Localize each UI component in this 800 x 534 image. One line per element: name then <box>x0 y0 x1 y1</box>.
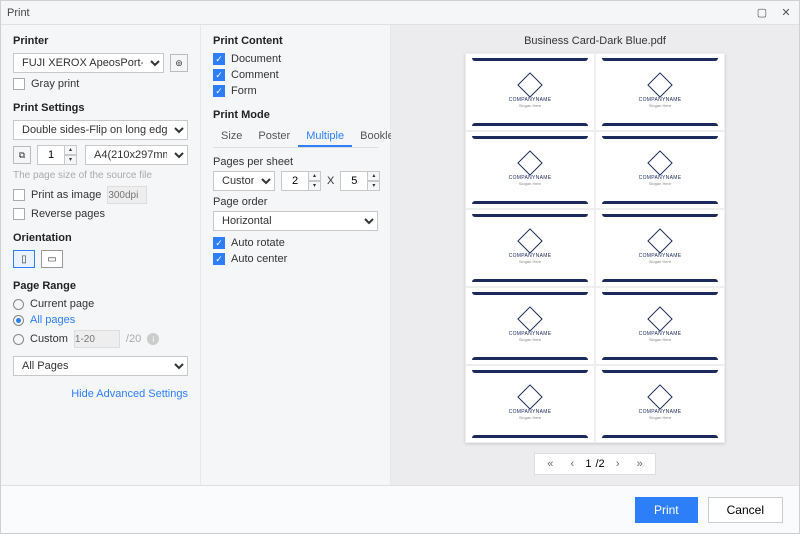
preview-pager: « ‹ 1/2 › » <box>534 453 655 475</box>
gray-print-checkbox[interactable] <box>13 78 25 90</box>
layout-select[interactable]: Custom <box>213 171 275 191</box>
range-current-radio[interactable] <box>13 299 24 310</box>
printer-select[interactable]: FUJI XEROX ApeosPort-VI C3370 <box>13 53 164 73</box>
range-custom-label: Custom <box>30 333 68 345</box>
print-mode-heading: Print Mode <box>213 109 378 121</box>
cols-stepper[interactable]: ▴▾ <box>281 171 321 191</box>
auto-rotate-label: Auto rotate <box>231 237 285 249</box>
tab-poster[interactable]: Poster <box>250 127 298 147</box>
reverse-pages-label: Reverse pages <box>31 208 105 220</box>
print-as-image-checkbox[interactable] <box>13 189 25 201</box>
pages-per-sheet-label: Pages per sheet <box>213 156 378 168</box>
content-document-label: Document <box>231 53 281 65</box>
auto-center-label: Auto center <box>231 253 287 265</box>
preview-card: COMPANYNAMESlogan Here <box>595 209 725 287</box>
pager-next-icon[interactable]: › <box>609 458 627 470</box>
auto-rotate-checkbox[interactable]: ✓ <box>213 237 225 249</box>
content-document-checkbox[interactable]: ✓ <box>213 53 225 65</box>
preview-card: COMPANYNAMESlogan Here <box>465 287 595 365</box>
tab-multiple[interactable]: Multiple <box>298 127 352 147</box>
info-icon[interactable]: i <box>147 333 159 345</box>
preview-filename: Business Card-Dark Blue.pdf <box>524 35 666 47</box>
preview-card: COMPANYNAMESlogan Here <box>595 365 725 443</box>
pager-current: 1 <box>585 458 591 470</box>
content-form-label: Form <box>231 85 257 97</box>
orientation-heading: Orientation <box>13 232 188 244</box>
page-size-note: The page size of the source file <box>13 170 188 181</box>
range-custom-radio[interactable] <box>13 334 24 345</box>
close-icon[interactable]: ✕ <box>779 6 793 20</box>
preview-card: COMPANYNAMESlogan Here <box>465 209 595 287</box>
preview-card: COMPANYNAMESlogan Here <box>595 131 725 209</box>
dpi-input <box>107 186 147 204</box>
page-range-heading: Page Range <box>13 280 188 292</box>
cancel-button[interactable]: Cancel <box>708 497 783 523</box>
preview-card: COMPANYNAMESlogan Here <box>595 53 725 131</box>
tab-size[interactable]: Size <box>213 127 250 147</box>
range-current-label: Current page <box>30 298 94 310</box>
orientation-landscape[interactable]: ▭ <box>41 250 63 268</box>
gray-print-label: Gray print <box>31 78 79 90</box>
duplex-select[interactable]: Double sides-Flip on long edge <box>13 120 188 140</box>
page-order-select[interactable]: Horizontal <box>213 211 378 231</box>
maximize-icon[interactable]: ▢ <box>755 6 769 20</box>
content-comment-label: Comment <box>231 69 279 81</box>
print-as-image-label: Print as image <box>31 189 101 201</box>
page-order-label: Page order <box>213 196 378 208</box>
grid-x-label: X <box>327 175 334 187</box>
preview-card: COMPANYNAMESlogan Here <box>465 131 595 209</box>
range-all-label: All pages <box>30 314 75 326</box>
print-button[interactable]: Print <box>635 497 698 523</box>
hide-advanced-link[interactable]: Hide Advanced Settings <box>13 388 188 400</box>
printer-heading: Printer <box>13 35 188 47</box>
page-filter-select[interactable]: All Pages <box>13 356 188 376</box>
reverse-pages-checkbox[interactable] <box>13 208 25 220</box>
print-settings-heading: Print Settings <box>13 102 188 114</box>
range-custom-input[interactable] <box>74 330 120 348</box>
preview-card: COMPANYNAMESlogan Here <box>595 287 725 365</box>
pager-first-icon[interactable]: « <box>541 458 559 470</box>
content-form-checkbox[interactable]: ✓ <box>213 85 225 97</box>
range-all-radio[interactable] <box>13 315 24 326</box>
pager-last-icon[interactable]: » <box>631 458 649 470</box>
content-comment-checkbox[interactable]: ✓ <box>213 69 225 81</box>
preview-sheet: COMPANYNAMESlogan Here COMPANYNAMESlogan… <box>465 53 725 443</box>
copies-stepper[interactable]: ▴▾ <box>37 145 79 165</box>
collate-icon[interactable]: ⧉ <box>13 146 31 164</box>
preview-card: COMPANYNAMESlogan Here <box>465 365 595 443</box>
pager-prev-icon[interactable]: ‹ <box>563 458 581 470</box>
preview-card: COMPANYNAMESlogan Here <box>465 53 595 131</box>
print-content-heading: Print Content <box>213 35 378 47</box>
window-title: Print <box>7 7 30 19</box>
rows-stepper[interactable]: ▴▾ <box>340 171 380 191</box>
printer-properties-icon[interactable]: ⊚ <box>170 54 188 72</box>
range-total: /20 <box>126 333 141 345</box>
auto-center-checkbox[interactable]: ✓ <box>213 253 225 265</box>
pager-total: /2 <box>595 458 604 470</box>
orientation-portrait[interactable]: ▯ <box>13 250 35 268</box>
paper-size-select[interactable]: A4(210x297mm) 21 <box>85 145 188 165</box>
